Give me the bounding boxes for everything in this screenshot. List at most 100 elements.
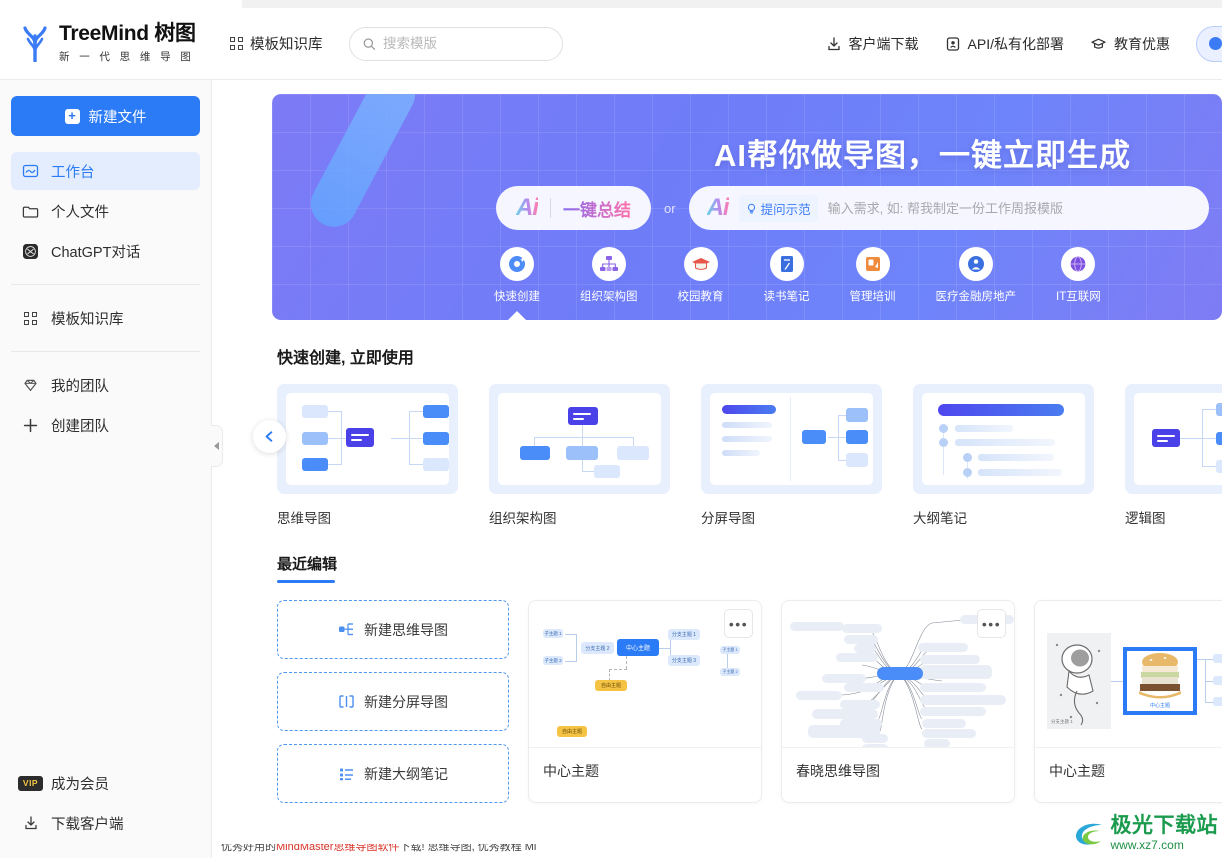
carousel-prev-button[interactable] <box>253 420 286 453</box>
logo-title: TreeMind 树图 <box>59 22 196 46</box>
search-bar[interactable] <box>348 26 563 61</box>
search-input[interactable] <box>382 36 549 51</box>
ai-demo-label: 提问示范 <box>760 202 811 217</box>
recent-file-name: 中心主题 <box>529 747 761 794</box>
sidebar-item-workbench[interactable]: 工作台 <box>11 152 200 190</box>
template-card-label: 大纲笔记 <box>913 511 967 526</box>
template-card-logic[interactable]: 逻辑图 <box>1125 384 1222 527</box>
sidebar-item-chatgpt[interactable]: ChatGPT对话 <box>11 232 200 270</box>
category-org-chart-label: 组织架构图 <box>580 291 638 303</box>
graduation-cap-icon <box>683 247 718 281</box>
sidebar-item-personal-files[interactable]: 个人文件 <box>11 192 200 230</box>
recent-file-card[interactable]: ••• 春晓思维导图 <box>781 600 1015 803</box>
watermark-text: 极光下载站 <box>1110 814 1218 837</box>
sidebar-divider-2 <box>11 351 200 352</box>
sidebar-item-become-member[interactable]: VIP 成为会员 <box>11 764 200 802</box>
recent-section-title: 最近编辑 <box>277 556 338 573</box>
category-medical-finance-realestate[interactable]: 医疗金融房地产 <box>936 247 1016 304</box>
logo[interactable]: TreeMind 树图 新 一 代 思 维 导 图 <box>0 22 212 64</box>
sidebar-group-main: 工作台 个人文件 ChatGPT对话 <box>0 146 211 276</box>
watermark-logo-icon <box>1075 823 1102 845</box>
category-management-training-label: 管理培训 <box>849 291 896 303</box>
bottom-text-part2: 下载! 思维导图, 优秀教程 Mi <box>399 844 537 853</box>
diamond-icon <box>21 376 40 395</box>
template-card-mindmap[interactable]: 思维导图 <box>277 384 458 527</box>
category-it-internet[interactable]: IT互联网 <box>1056 247 1101 304</box>
template-card-outline[interactable]: 大纲笔记 <box>913 384 1094 527</box>
nav-api-deploy-label: API/私有化部署 <box>967 35 1064 52</box>
ai-summary-button[interactable]: Ai 一键总结 <box>496 186 651 230</box>
category-campus-education[interactable]: 校园教育 <box>678 247 724 304</box>
graduation-cap-icon <box>1091 38 1106 49</box>
sidebar-bottom-group: VIP 成为会员 下载客户端 <box>0 762 211 858</box>
recent-section-header: 最近编辑 <box>277 553 337 583</box>
template-card-split[interactable]: 分屏导图 <box>701 384 882 527</box>
template-thumb <box>701 384 882 494</box>
sidebar-item-template-library[interactable]: 模板知识库 <box>11 299 200 337</box>
sidebar-item-become-member-label: 成为会员 <box>51 776 109 793</box>
browser-active-tab[interactable] <box>0 0 242 8</box>
more-options-button[interactable]: ••• <box>724 609 753 638</box>
ai-prompt-box[interactable]: Ai 提问示范 <box>688 186 1209 230</box>
sidebar-item-download-client-label: 下载客户端 <box>51 816 124 833</box>
grid-icon <box>230 37 243 50</box>
ai-prompt-input[interactable] <box>827 200 1201 216</box>
plus-icon <box>21 416 40 435</box>
lightbulb-icon <box>747 203 755 213</box>
treemind-logo-icon <box>18 24 52 64</box>
category-quick-create[interactable]: 快速创建 <box>494 247 540 304</box>
vip-label: VIP <box>17 775 44 791</box>
recent-file-thumbnail: ••• 子主题 1 子主题 2 分支主题 2 中心主题 分支主题 1 分支主题 … <box>529 601 761 747</box>
astronaut-image <box>1055 643 1101 726</box>
sidebar-divider-1 <box>11 284 200 285</box>
nav-template-library[interactable]: 模板知识库 <box>230 33 323 54</box>
sidebar-item-download-client[interactable]: 下载客户端 <box>11 804 200 842</box>
notebook-icon <box>769 247 804 281</box>
recent-file-card[interactable]: ••• 子主题 1 子主题 2 分支主题 2 中心主题 分支主题 1 分支主题 … <box>528 600 762 803</box>
download-icon <box>827 36 840 50</box>
recent-file-thumbnail: ••• <box>782 601 1014 747</box>
sidebar-item-my-team[interactable]: 我的团队 <box>11 366 200 404</box>
new-mindmap-button[interactable]: 新建思维导图 <box>277 600 509 659</box>
nav-client-download[interactable]: 客户端下载 <box>826 34 919 54</box>
ai-divider <box>550 198 551 218</box>
watermark-url: www.xz7.com <box>1110 838 1184 852</box>
template-card-org[interactable]: 组织架构图 <box>489 384 670 527</box>
chatgpt-icon <box>21 242 40 261</box>
nav-education-discount[interactable]: 教育优惠 <box>1090 34 1170 54</box>
avatar-dot-icon <box>1208 37 1222 50</box>
sidebar-item-create-team[interactable]: 创建团队 <box>11 406 200 444</box>
mindmap-center-node: 中心主题 <box>617 639 659 656</box>
sidebar-item-chatgpt-label: ChatGPT对话 <box>51 244 141 261</box>
new-file-button[interactable]: + 新建文件 <box>11 96 200 136</box>
new-split-button[interactable]: 新建分屏导图 <box>277 672 509 731</box>
new-outline-button[interactable]: 新建大纲笔记 <box>277 744 509 803</box>
main-content: AI帮你做导图，一键立即生成 Ai 一键总结 or Ai 提问示范 输入需求, … <box>212 80 1222 858</box>
mindmap-node: 子主题 2 <box>720 668 740 676</box>
ai-demo-button[interactable]: 提问示范 <box>738 194 818 222</box>
more-options-button[interactable]: ••• <box>977 609 1006 638</box>
category-reading-notes[interactable]: 读书笔记 <box>764 247 810 304</box>
mindmap-node: 分支主题 1 <box>1213 654 1222 663</box>
sidebar: + 新建文件 工作台 个人文件 ChatGPT对话 模板知识库 我的团队 创建团… <box>0 80 223 858</box>
banner-title: AI帮你做导图，一键立即生成 <box>714 138 1131 173</box>
mindmap-icon <box>339 623 353 636</box>
category-reading-notes-label: 读书笔记 <box>763 291 810 303</box>
category-quick-create-label: 快速创建 <box>494 291 540 303</box>
watermark: 极光下载站 www.xz7.com <box>1072 815 1219 852</box>
sidebar-item-personal-files-label: 个人文件 <box>51 204 109 221</box>
sidebar-collapse-handle[interactable] <box>211 425 223 467</box>
new-mindmap-label: 新建思维导图 <box>364 621 448 638</box>
category-org-chart[interactable]: 组织架构图 <box>580 247 638 304</box>
sidebar-item-my-team-label: 我的团队 <box>51 378 109 395</box>
ai-logo-icon: Ai <box>516 194 539 221</box>
recent-file-card[interactable]: 分支主题 1 中心主题 中心主题 <box>1034 600 1222 803</box>
new-split-label: 新建分屏导图 <box>364 693 448 710</box>
mindmap-free-node: 自由主题 <box>595 680 627 691</box>
avatar[interactable] <box>1196 25 1222 62</box>
nav-api-deploy[interactable]: API/私有化部署 <box>945 34 1064 54</box>
category-management-training[interactable]: 管理培训 <box>850 247 896 304</box>
category-campus-education-label: 校园教育 <box>677 291 724 303</box>
template-carousel: 思维导图 组织架构图 分屏导图 大纲笔记 逻辑图 <box>253 384 1222 527</box>
mindmap-node: 分支主题 1 <box>668 629 700 640</box>
